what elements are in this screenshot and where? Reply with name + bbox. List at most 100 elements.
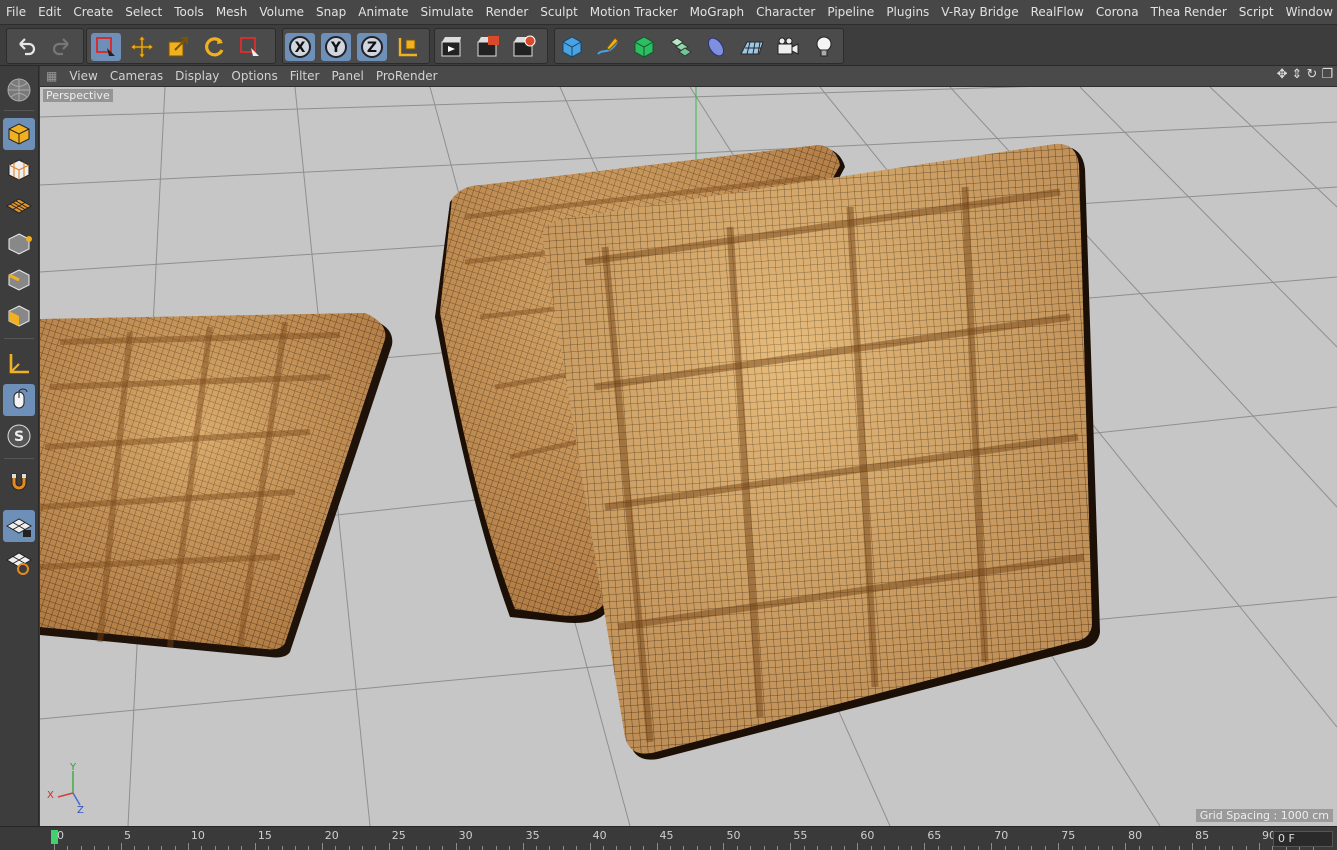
rotate-icon[interactable]	[199, 33, 229, 61]
menu-script[interactable]: Script	[1233, 5, 1280, 19]
timeline-tick	[415, 846, 417, 850]
workplane-lock-icon[interactable]	[3, 510, 35, 542]
workplane-icon[interactable]	[3, 190, 35, 222]
menu-render[interactable]: Render	[480, 5, 535, 19]
menu-plugins[interactable]: Plugins	[880, 5, 935, 19]
render-settings-icon[interactable]	[509, 33, 539, 61]
menu-bar: File Edit Create Select Tools Mesh Volume Snap A…	[0, 0, 1337, 25]
menu-snap[interactable]: Snap	[310, 5, 352, 19]
menu-thea-render[interactable]: Thea Render	[1145, 5, 1233, 19]
axis-mode-icon[interactable]	[3, 348, 35, 380]
pen-spline-icon[interactable]	[593, 33, 623, 61]
menu-simulate[interactable]: Simulate	[415, 5, 480, 19]
polygons-mode-icon[interactable]	[3, 300, 35, 332]
menu-window[interactable]: Window	[1280, 5, 1337, 19]
axis-y-text: Y	[330, 40, 342, 56]
maximize-viewport-icon[interactable]: ❐	[1321, 67, 1333, 82]
cube-icon[interactable]	[557, 33, 587, 61]
menu-pipeline[interactable]: Pipeline	[821, 5, 880, 19]
timeline-tick	[884, 846, 886, 850]
viewport-menu-display[interactable]: Display	[169, 69, 225, 83]
y-axis-lock[interactable]: Y	[321, 33, 351, 61]
menu-volume[interactable]: Volume	[253, 5, 310, 19]
subdivision-surface-icon[interactable]	[629, 33, 659, 61]
edges-mode-icon[interactable]	[3, 264, 35, 296]
menu-corona[interactable]: Corona	[1090, 5, 1145, 19]
rotate-viewport-icon[interactable]: ↻	[1306, 67, 1317, 82]
render-to-picture-viewer-icon[interactable]	[473, 33, 503, 61]
menu-motion-tracker[interactable]: Motion Tracker	[584, 5, 684, 19]
make-editable-icon[interactable]	[3, 118, 35, 150]
menu-create[interactable]: Create	[67, 5, 119, 19]
axis-x-text: X	[295, 40, 306, 56]
x-axis-lock[interactable]: X	[285, 33, 315, 61]
timeline-tick	[843, 846, 845, 850]
timeline-tick	[1044, 846, 1046, 850]
menu-tools[interactable]: Tools	[168, 5, 210, 19]
left-waffle-object[interactable]	[40, 313, 393, 658]
timeline-tick-label: 20	[324, 829, 339, 842]
viewport-menu-view[interactable]: View	[63, 69, 103, 83]
timeline-tick	[1018, 846, 1020, 850]
timeline-tick-label: 85	[1195, 829, 1210, 842]
menu-v-ray-bridge[interactable]: V-Ray Bridge	[935, 5, 1024, 19]
menu-animate[interactable]: Animate	[352, 5, 414, 19]
viewport-canvas[interactable]: Y X Z	[40, 87, 1337, 826]
menu-character[interactable]: Character	[750, 5, 821, 19]
timeline-tick	[964, 846, 966, 850]
camera-icon[interactable]	[773, 33, 803, 61]
viewport-menu-filter[interactable]: Filter	[284, 69, 326, 83]
timeline-tick	[830, 846, 832, 850]
timeline-tick	[616, 846, 618, 850]
undo-icon[interactable]	[11, 33, 41, 61]
timeline-tick	[281, 846, 283, 850]
snap-magnet-icon[interactable]	[3, 466, 35, 498]
live-selection-icon[interactable]	[91, 33, 121, 61]
viewport-menu-options[interactable]: Options	[225, 69, 283, 83]
viewport-grip-icon: ▦	[46, 69, 58, 83]
pan-viewport-icon[interactable]: ✥	[1277, 67, 1288, 82]
timeline-tick	[161, 846, 163, 850]
z-axis-lock[interactable]: Z	[357, 33, 387, 61]
menu-select[interactable]: Select	[119, 5, 168, 19]
viewport-solo-icon[interactable]	[3, 74, 35, 106]
deformer-icon[interactable]	[701, 33, 731, 61]
recent-tool-icon[interactable]	[235, 33, 265, 61]
menu-sculpt[interactable]: Sculpt	[534, 5, 583, 19]
redo-icon[interactable]	[47, 33, 77, 61]
menu-mesh[interactable]: Mesh	[210, 5, 254, 19]
points-mode-icon[interactable]	[3, 228, 35, 260]
gizmo-y-label: Y	[69, 762, 77, 773]
viewport-menu-prorender[interactable]: ProRender	[370, 69, 444, 83]
menu-realflow[interactable]: RealFlow	[1025, 5, 1090, 19]
timeline-tick	[442, 846, 444, 850]
workplane-align-icon[interactable]	[3, 546, 35, 578]
menu-mograph[interactable]: MoGraph	[684, 5, 751, 19]
timeline-tick	[80, 846, 82, 850]
timeline-tick	[1165, 846, 1167, 850]
dolly-viewport-icon[interactable]: ⇕	[1292, 67, 1303, 82]
menu-file[interactable]: File	[0, 5, 32, 19]
floor-icon[interactable]	[737, 33, 767, 61]
viewport-camera-label[interactable]: Perspective	[43, 89, 113, 102]
viewport-menu-cameras[interactable]: Cameras	[104, 69, 169, 83]
current-frame-field[interactable]: 0 F	[1273, 831, 1333, 847]
timeline-tick-label: 35	[525, 829, 540, 842]
move-icon[interactable]	[127, 33, 157, 61]
solo-s-icon[interactable]: S	[3, 420, 35, 452]
menu-edit[interactable]: Edit	[32, 5, 67, 19]
render-view-icon[interactable]	[437, 33, 467, 61]
light-icon[interactable]	[809, 33, 839, 61]
perspective-viewport[interactable]: Y X Z Perspective Grid Spacing : 1000 cm	[40, 87, 1337, 826]
scale-icon[interactable]	[163, 33, 193, 61]
timeline-tick	[576, 846, 578, 850]
viewport-menu-panel[interactable]: Panel	[325, 69, 369, 83]
tweak-mode-icon[interactable]	[3, 384, 35, 416]
texture-mode-icon[interactable]	[3, 154, 35, 186]
timeline-tick	[910, 846, 912, 850]
timeline-ruler[interactable]: 0 5 10 15 20 25 30 35 40 45 50 55 60 65 70 75 80 85 90	[40, 827, 1314, 850]
array-icon[interactable]	[665, 33, 695, 61]
front-waffle-object[interactable]	[542, 143, 1100, 760]
timeline-tick-label: 55	[793, 829, 808, 842]
coordinate-system-icon[interactable]	[393, 33, 423, 61]
